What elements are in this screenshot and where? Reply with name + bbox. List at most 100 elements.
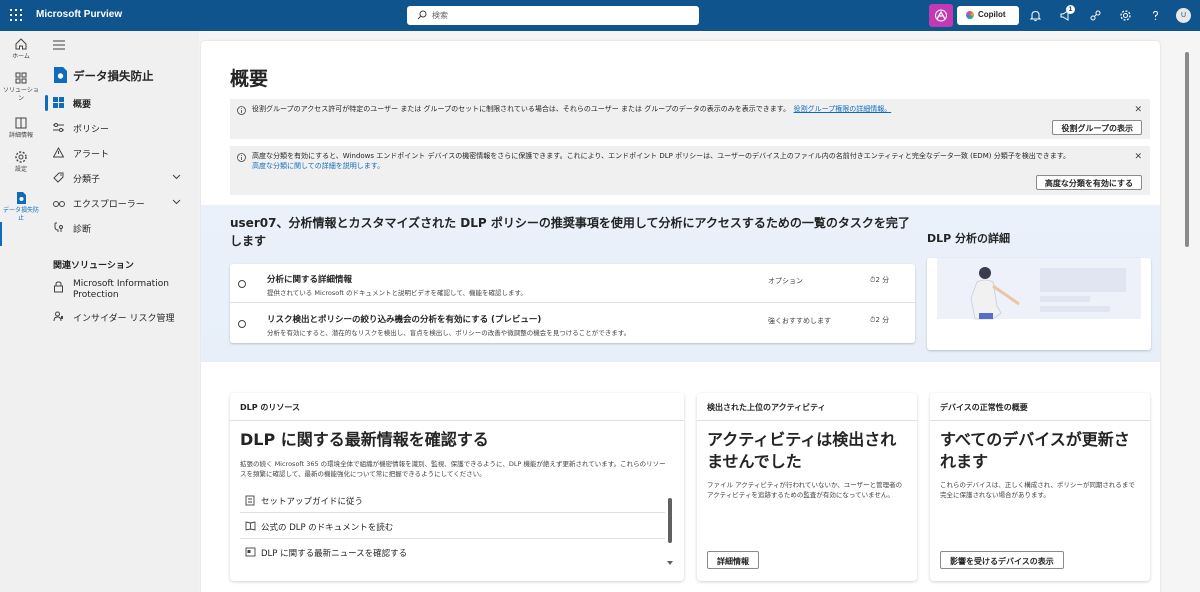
nav-item-alerts[interactable]: アラート	[42, 143, 199, 163]
home-icon	[15, 38, 27, 50]
rail-label: 詳細情報	[8, 132, 33, 139]
task-list: 分析に関する詳細情報 提供されている Microsoft のドキュメントと説明ビ…	[230, 264, 915, 343]
task-radio[interactable]	[238, 320, 246, 328]
help-icon[interactable]	[1149, 9, 1162, 22]
info-icon	[237, 106, 246, 115]
advanced-classification-link[interactable]: 高度な分類に関しての詳細を説明します。	[252, 162, 384, 170]
gear-icon[interactable]	[1119, 9, 1132, 22]
nav-item-classifiers[interactable]: 分類子	[42, 168, 199, 188]
nav-item-label: インサイダー リスク管理	[73, 314, 175, 324]
rail-label: ソリューション	[3, 87, 39, 102]
checklist-icon	[245, 495, 255, 506]
close-icon[interactable]: ✕	[1134, 105, 1142, 115]
book-icon	[15, 117, 27, 129]
scrollbar[interactable]	[668, 498, 672, 543]
dlp-analysis-title: DLP 分析の詳細	[927, 232, 1011, 245]
bell-icon[interactable]	[1029, 9, 1042, 22]
card-divider	[930, 420, 1150, 421]
nav-item-mip[interactable]: Microsoft Information Protection	[42, 277, 199, 305]
card-title: 検出された上位のアクティビティ	[707, 403, 826, 412]
dlp-analysis-card[interactable]	[927, 258, 1151, 350]
task-title: リスク検出とポリシーの絞り込み機会の分析を有効にする (プレビュー)	[267, 315, 542, 325]
device-health-card: デバイスの正常性の概要 すべてのデバイスが更新されます これらのデバイスは、正し…	[930, 393, 1150, 581]
task-tag: オプション	[768, 277, 803, 285]
connections-icon[interactable]	[1089, 9, 1102, 22]
copilot-button[interactable]: Copilot	[957, 6, 1019, 25]
person-icon	[53, 311, 63, 322]
list-item-label: 公式の DLP のドキュメントを読む	[261, 523, 394, 533]
rail-item-learn[interactable]: 詳細情報	[0, 116, 42, 140]
hamburger-icon[interactable]	[53, 40, 65, 50]
top-bar: Microsoft Purview 検索 Copilot 1 U	[0, 0, 1200, 31]
app-name[interactable]: Microsoft Purview	[36, 9, 122, 20]
copilot-label: Copilot	[978, 10, 1006, 19]
top-activities-card: 検出された上位のアクティビティ アクティビティは検出されませんでした ファイル …	[697, 393, 917, 581]
dlp-icon	[17, 192, 26, 204]
learn-more-button[interactable]: 詳細情報	[707, 551, 759, 569]
card-title: デバイスの正常性の概要	[940, 403, 1028, 412]
task-radio[interactable]	[238, 280, 246, 288]
view-role-groups-button[interactable]: 役割グループの表示	[1052, 120, 1142, 135]
overview-icon	[53, 97, 64, 108]
task-tag: 強くおすすめします	[768, 317, 831, 325]
nav-item-overview[interactable]: 概要	[42, 93, 199, 113]
nav-item-policies[interactable]: ポリシー	[42, 118, 199, 138]
tag-icon	[53, 172, 64, 183]
list-item[interactable]: DLP に関する最新ニュースを確認する	[240, 540, 665, 565]
banner-text: 高度な分類を有効にすると、Windows エンドポイント デバイスの機密情報をさ…	[252, 152, 1070, 170]
chevron-down-icon[interactable]	[172, 174, 181, 180]
nav-item-label: ポリシー	[73, 125, 110, 135]
card-divider	[697, 420, 917, 421]
task-item[interactable]: 分析に関する詳細情報 提供されている Microsoft のドキュメントと説明ビ…	[230, 264, 915, 303]
card-divider	[230, 420, 684, 421]
copilot-icon	[966, 11, 974, 19]
nav-item-insider-risk[interactable]: インサイダー リスク管理	[42, 307, 199, 327]
info-banner-role-groups: 役割グループのアクセス許可が特定のユーザー または グループのセットに制限されて…	[230, 99, 1150, 139]
rail-label: 設定	[14, 166, 27, 173]
binoculars-icon	[53, 201, 65, 207]
page-title: 概要	[230, 68, 269, 90]
rail-item-solutions[interactable]: ソリューション	[0, 71, 42, 103]
rail-item-dlp[interactable]: データ損失防止	[0, 191, 42, 223]
nav-item-label: Microsoft Information Protection	[73, 279, 169, 300]
tasks-title: user07、分析情報とカスタマイズされた DLP ポリシーの推奨事項を使用して…	[230, 216, 910, 248]
card-desc: ファイル アクティビティが行われていないか、ユーザーと管理者のアクティビティを追…	[707, 481, 903, 499]
card-headline: DLP に関する最新情報を確認する	[240, 430, 489, 449]
search-placeholder: 検索	[432, 11, 448, 20]
grid-icon	[15, 72, 27, 84]
rail-item-settings[interactable]: 設定	[0, 150, 42, 174]
enable-advanced-classification-button[interactable]: 高度な分類を有効にする	[1035, 175, 1142, 190]
diagnostic-icon	[54, 222, 63, 232]
list-item[interactable]: 公式の DLP のドキュメントを読む	[240, 514, 665, 539]
avatar[interactable]: U	[1176, 8, 1191, 23]
close-icon[interactable]: ✕	[1134, 152, 1142, 162]
nav-item-label: アラート	[73, 150, 110, 160]
role-group-permissions-link[interactable]: 役割グループ権限の詳細情報。	[794, 105, 892, 113]
nav-pane: データ損失防止 概要 ポリシー アラート 分類子 エクスプローラー 診断 関連ソ…	[42, 31, 199, 592]
resource-list: セットアップガイドに従う 公式の DLP のドキュメントを読む DLP に関する…	[240, 488, 676, 570]
nav-item-label: 概要	[73, 100, 92, 110]
sliders-icon	[53, 123, 64, 132]
nav-item-label: エクスプローラー	[73, 200, 145, 210]
rail-label: データ損失防止	[3, 207, 40, 222]
purview-agent-button[interactable]	[929, 4, 953, 27]
app-rail: ホーム ソリューション 詳細情報 設定 データ損失防止	[0, 31, 42, 592]
app-launcher-icon[interactable]	[10, 9, 22, 21]
search-icon	[417, 10, 427, 20]
task-item[interactable]: リスク検出とポリシーの絞り込み機会の分析を有効にする (プレビュー) 分析を有効…	[230, 304, 915, 343]
nav-item-label: 分類子	[73, 175, 101, 185]
page-scrollbar[interactable]	[1185, 52, 1189, 247]
view-affected-devices-button[interactable]: 影響を受けるデバイスの表示	[940, 551, 1064, 569]
search-input[interactable]: 検索	[407, 6, 699, 25]
rail-item-home[interactable]: ホーム	[0, 37, 42, 61]
rail-label: ホーム	[12, 53, 30, 60]
list-item[interactable]: セットアップガイドに従う	[240, 488, 665, 513]
chevron-down-icon[interactable]	[172, 199, 181, 205]
related-solutions-heading: 関連ソリューション	[53, 261, 134, 271]
gear-icon	[15, 151, 27, 163]
nav-item-label: 診断	[73, 225, 92, 235]
nav-item-diagnostics[interactable]: 診断	[42, 218, 199, 238]
scroll-down-icon[interactable]	[667, 561, 673, 565]
task-title: 分析に関する詳細情報	[267, 275, 353, 285]
nav-item-explorers[interactable]: エクスプローラー	[42, 193, 199, 213]
